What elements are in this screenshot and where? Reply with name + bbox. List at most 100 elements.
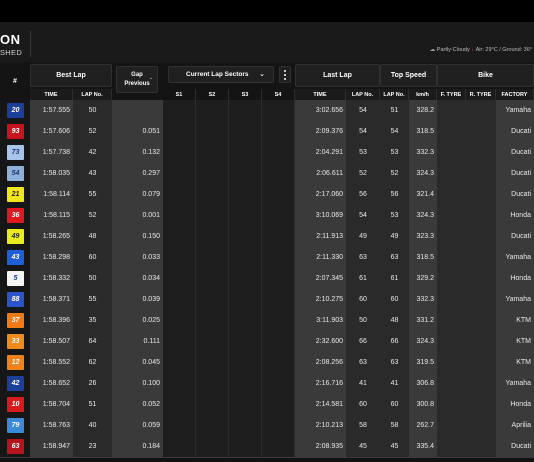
gap-previous: 0.100 — [112, 373, 163, 394]
gap-previous: 0.025 — [112, 310, 163, 331]
table-row[interactable]: 42 1:58.652 26 0.100 2:16.716 41 41 306.8 Yamaha — [0, 373, 534, 395]
rider-number-badge: 79 — [7, 418, 24, 433]
best-lap-time: 1:58.396 — [30, 310, 73, 331]
sector-1 — [163, 184, 196, 205]
rear-tyre — [466, 331, 496, 352]
table-row[interactable]: 20 1:57.555 50 3:02.656 54 51 328.2 Yamaha — [0, 100, 534, 122]
last-lap-time: 3:02.656 — [295, 100, 346, 121]
last-lap-time: 3:10.069 — [295, 205, 346, 226]
best-lap-time: 1:58.115 — [30, 205, 73, 226]
sector-4 — [262, 121, 295, 142]
top-speed-kmh: 335.4 — [409, 436, 437, 457]
sector-3 — [229, 373, 262, 394]
table-row[interactable]: 21 1:58.114 55 0.079 2:17.060 56 56 321.4 Ducati — [0, 184, 534, 206]
rear-tyre — [466, 352, 496, 373]
last-lap-time: 2:10.275 — [295, 289, 346, 310]
table-row[interactable]: 33 1:58.507 64 0.111 2:32.600 66 66 324.3 KTM — [0, 331, 534, 353]
sector-2 — [196, 310, 229, 331]
sector-2 — [196, 247, 229, 268]
table-row[interactable]: 10 1:58.704 51 0.052 2:14.581 60 60 300.8 Honda — [0, 394, 534, 416]
table-row[interactable]: 36 1:58.115 52 0.001 3:10.069 54 53 324.3 Honda — [0, 205, 534, 227]
position-cell: 43 — [0, 247, 30, 268]
position-cell: 73 — [0, 142, 30, 163]
best-lap-number: 51 — [73, 394, 112, 415]
top-speed-kmh: 328.2 — [409, 100, 437, 121]
sector-2 — [196, 394, 229, 415]
front-tyre — [437, 247, 466, 268]
table-row[interactable]: 63 1:58.947 23 0.184 2:08.935 45 45 335.4 Ducati — [0, 436, 534, 458]
best-lap-time: 1:58.704 — [30, 394, 73, 415]
gap-previous: 0.111 — [112, 331, 163, 352]
sector-3 — [229, 331, 262, 352]
rear-tyre — [466, 163, 496, 184]
sector-1 — [163, 247, 196, 268]
last-lap-time: 2:07.345 — [295, 268, 346, 289]
top-speed-lap-number: 54 — [380, 121, 409, 142]
top-speed-lap-number: 41 — [380, 373, 409, 394]
factory: Ducati — [496, 184, 534, 205]
sector-3 — [229, 352, 262, 373]
table-row[interactable]: 79 1:58.763 40 0.059 2:10.213 58 58 262.7 Aprili… — [0, 415, 534, 437]
sector-3 — [229, 415, 262, 436]
more-options-icon[interactable] — [279, 66, 291, 83]
best-lap-time: 1:58.552 — [30, 352, 73, 373]
rear-tyre — [466, 415, 496, 436]
best-lap-number: 62 — [73, 352, 112, 373]
position-cell: 54 — [0, 163, 30, 184]
table-row[interactable]: 88 1:58.371 55 0.039 2:10.275 60 60 332.3 Yamaha — [0, 289, 534, 311]
sector-4 — [262, 373, 295, 394]
top-speed-kmh: 319.5 — [409, 352, 437, 373]
sector-2 — [196, 205, 229, 226]
rider-number-badge: 73 — [7, 145, 24, 160]
table-row[interactable]: 49 1:58.265 48 0.150 2:11.913 49 49 323.3 Ducati — [0, 226, 534, 248]
rear-tyre — [466, 121, 496, 142]
gap-previous: 0.039 — [112, 289, 163, 310]
sector-3 — [229, 184, 262, 205]
gap-previous: 0.150 — [112, 226, 163, 247]
sector-3 — [229, 100, 262, 121]
session-title-block: ON SHED — [0, 31, 31, 57]
sector-1 — [163, 142, 196, 163]
top-speed-lap-number: 52 — [380, 163, 409, 184]
last-lap-number: 60 — [346, 289, 380, 310]
sector-2 — [196, 289, 229, 310]
sector-4 — [262, 415, 295, 436]
table-row[interactable]: 73 1:57.738 42 0.132 2:04.291 53 53 332.3 Ducati — [0, 142, 534, 164]
gap-mode-label: Previous — [124, 80, 150, 87]
table-row[interactable]: 5 1:58.332 50 0.034 2:07.345 61 61 329.2 Honda — [0, 268, 534, 290]
table-row[interactable]: 37 1:58.396 35 0.025 3:11.903 50 48 331.2 KTM — [0, 310, 534, 332]
last-lap-time: 2:10.213 — [295, 415, 346, 436]
last-lap-time: 2:11.330 — [295, 247, 346, 268]
table-row[interactable]: 54 1:58.035 43 0.297 2:06.611 52 52 324.3 Ducati — [0, 163, 534, 185]
best-lap-time: 1:58.763 — [30, 415, 73, 436]
sector-3 — [229, 163, 262, 184]
sector-2 — [196, 352, 229, 373]
sector-2 — [196, 121, 229, 142]
position-cell: 5 — [0, 268, 30, 289]
top-speed-kmh: 318.5 — [409, 247, 437, 268]
rider-number-badge: 42 — [7, 376, 24, 391]
gap-previous: 0.297 — [112, 163, 163, 184]
table-row[interactable]: 12 1:58.552 62 0.045 2:08.256 63 63 319.5 KTM — [0, 352, 534, 374]
best-lap-time: 1:57.555 — [30, 100, 73, 121]
table-row[interactable]: 43 1:58.298 60 0.033 2:11.330 63 63 318.5 Yamaha — [0, 247, 534, 269]
column-header-best-lap: Best Lap — [30, 64, 112, 87]
sectors-dropdown[interactable]: Current Lap Sectors ⌄ — [168, 66, 274, 83]
table-row[interactable]: 93 1:57.606 52 0.051 2:09.376 54 54 318.5 Ducati — [0, 121, 534, 143]
rider-number-badge: 10 — [7, 397, 24, 412]
top-speed-kmh: 324.3 — [409, 163, 437, 184]
best-lap-time: 1:58.652 — [30, 373, 73, 394]
sector-1 — [163, 205, 196, 226]
factory: Honda — [496, 205, 534, 226]
position-cell: 33 — [0, 331, 30, 352]
table-header: # Best Lap TIME LAP No. Gap Previous ⌄ C… — [0, 62, 534, 100]
rider-number-badge: 43 — [7, 250, 24, 265]
sector-4 — [262, 100, 295, 121]
position-cell: 79 — [0, 415, 30, 436]
front-tyre — [437, 268, 466, 289]
chevron-down-icon[interactable]: ⌄ — [147, 74, 155, 82]
rider-number-badge: 5 — [7, 271, 24, 286]
last-lap-number: 56 — [346, 184, 380, 205]
sector-4 — [262, 247, 295, 268]
top-speed-kmh: 331.2 — [409, 310, 437, 331]
